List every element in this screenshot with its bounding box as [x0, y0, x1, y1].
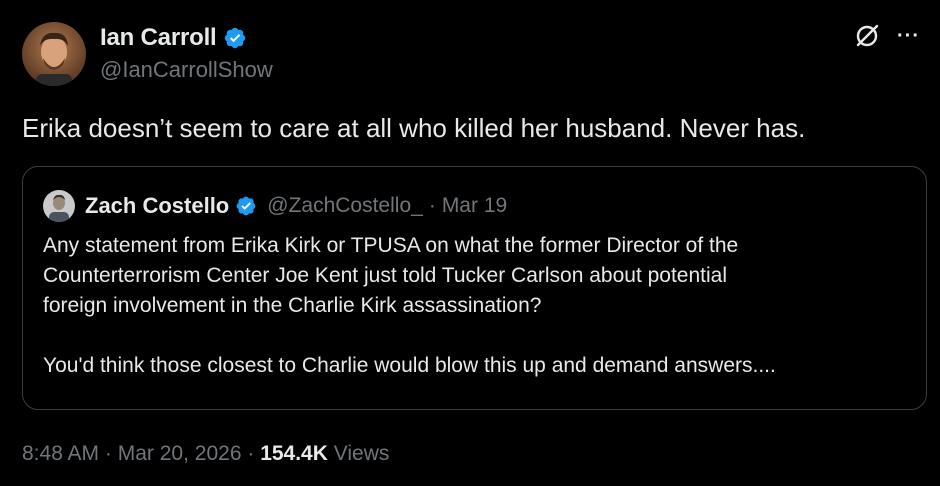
- views-count[interactable]: 154.4K: [260, 442, 328, 465]
- quote-author-avatar-image: [43, 190, 75, 222]
- quote-tweet-card[interactable]: Zach Costello @ZachCostello_ · Mar 19 An…: [22, 166, 927, 410]
- views-label: Views: [333, 442, 390, 465]
- tweet-time[interactable]: 8:48 AM: [22, 442, 99, 465]
- more-options-icon[interactable]: ···: [897, 22, 920, 50]
- tweet-date[interactable]: Mar 20, 2026: [118, 442, 242, 465]
- tweet-meta: 8:48 AM · Mar 20, 2026 · 154.4K Views: [22, 442, 389, 466]
- quote-tweet-header: Zach Costello @ZachCostello_ · Mar 19: [43, 190, 507, 222]
- tweet-text: Erika doesn’t seem to care at all who ki…: [22, 113, 806, 143]
- quote-body-line: Any statement from Erika Kirk or TPUSA o…: [43, 234, 739, 257]
- separator-dot: ·: [428, 194, 436, 217]
- separator-dot: ·: [104, 442, 112, 465]
- tweet-top-actions: ···: [853, 22, 920, 50]
- author-avatar[interactable]: [22, 22, 86, 86]
- separator-dot: ·: [247, 442, 255, 465]
- verified-badge-icon: [223, 26, 247, 50]
- author-name-row: Ian Carroll: [100, 24, 247, 52]
- quote-author-handle[interactable]: @ZachCostello_: [267, 194, 423, 218]
- quote-author-name[interactable]: Zach Costello: [85, 193, 229, 219]
- quote-date[interactable]: Mar 19: [442, 194, 507, 218]
- author-handle[interactable]: @IanCarrollShow: [100, 57, 273, 83]
- quote-body-paragraph: You'd think those closest to Charlie wou…: [43, 354, 776, 377]
- quote-tweet-body: Any statement from Erika Kirk or TPUSA o…: [43, 231, 903, 381]
- author-name[interactable]: Ian Carroll: [100, 24, 217, 52]
- author-avatar-image: [22, 22, 86, 86]
- grok-icon[interactable]: [853, 22, 881, 50]
- quote-author-avatar[interactable]: [43, 190, 75, 222]
- verified-badge-icon: [235, 195, 257, 217]
- quote-body-line: Counterterrorism Center Joe Kent just to…: [43, 264, 728, 287]
- quote-body-line: foreign involvement in the Charlie Kirk …: [43, 294, 542, 317]
